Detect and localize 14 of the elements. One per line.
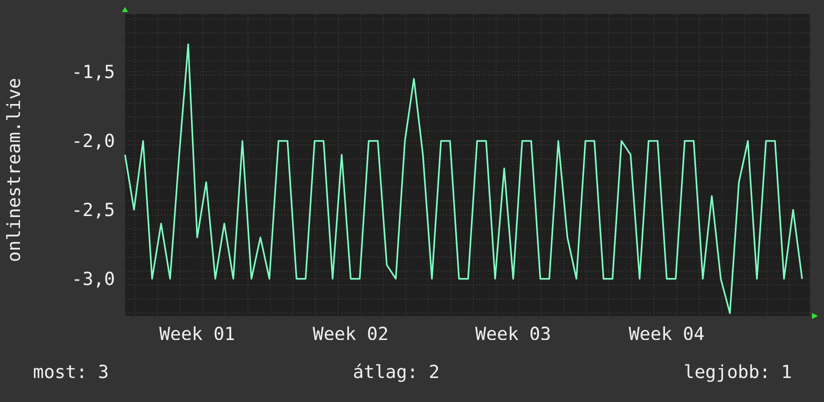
tick-label: Week 02 [312,324,389,340]
tick-label: -2,0 [72,130,115,152]
stat-text: legjobb: 1 [684,362,792,383]
tick-label: Week 03 [475,324,552,340]
axis-label: onlinestream.live [4,78,25,262]
tick-label: -2,5 [72,200,115,221]
tick-label: -1,5 [72,62,115,83]
stat-text: most: 3 [33,362,109,383]
tick-label: Week 04 [628,324,705,340]
axis-arrow-icon [812,313,818,319]
tick-label: -3,0 [72,268,115,290]
axis-arrow-icon [122,7,128,12]
stat-text: átlag: 2 [352,362,440,383]
tick-label: Week 01 [159,324,236,340]
